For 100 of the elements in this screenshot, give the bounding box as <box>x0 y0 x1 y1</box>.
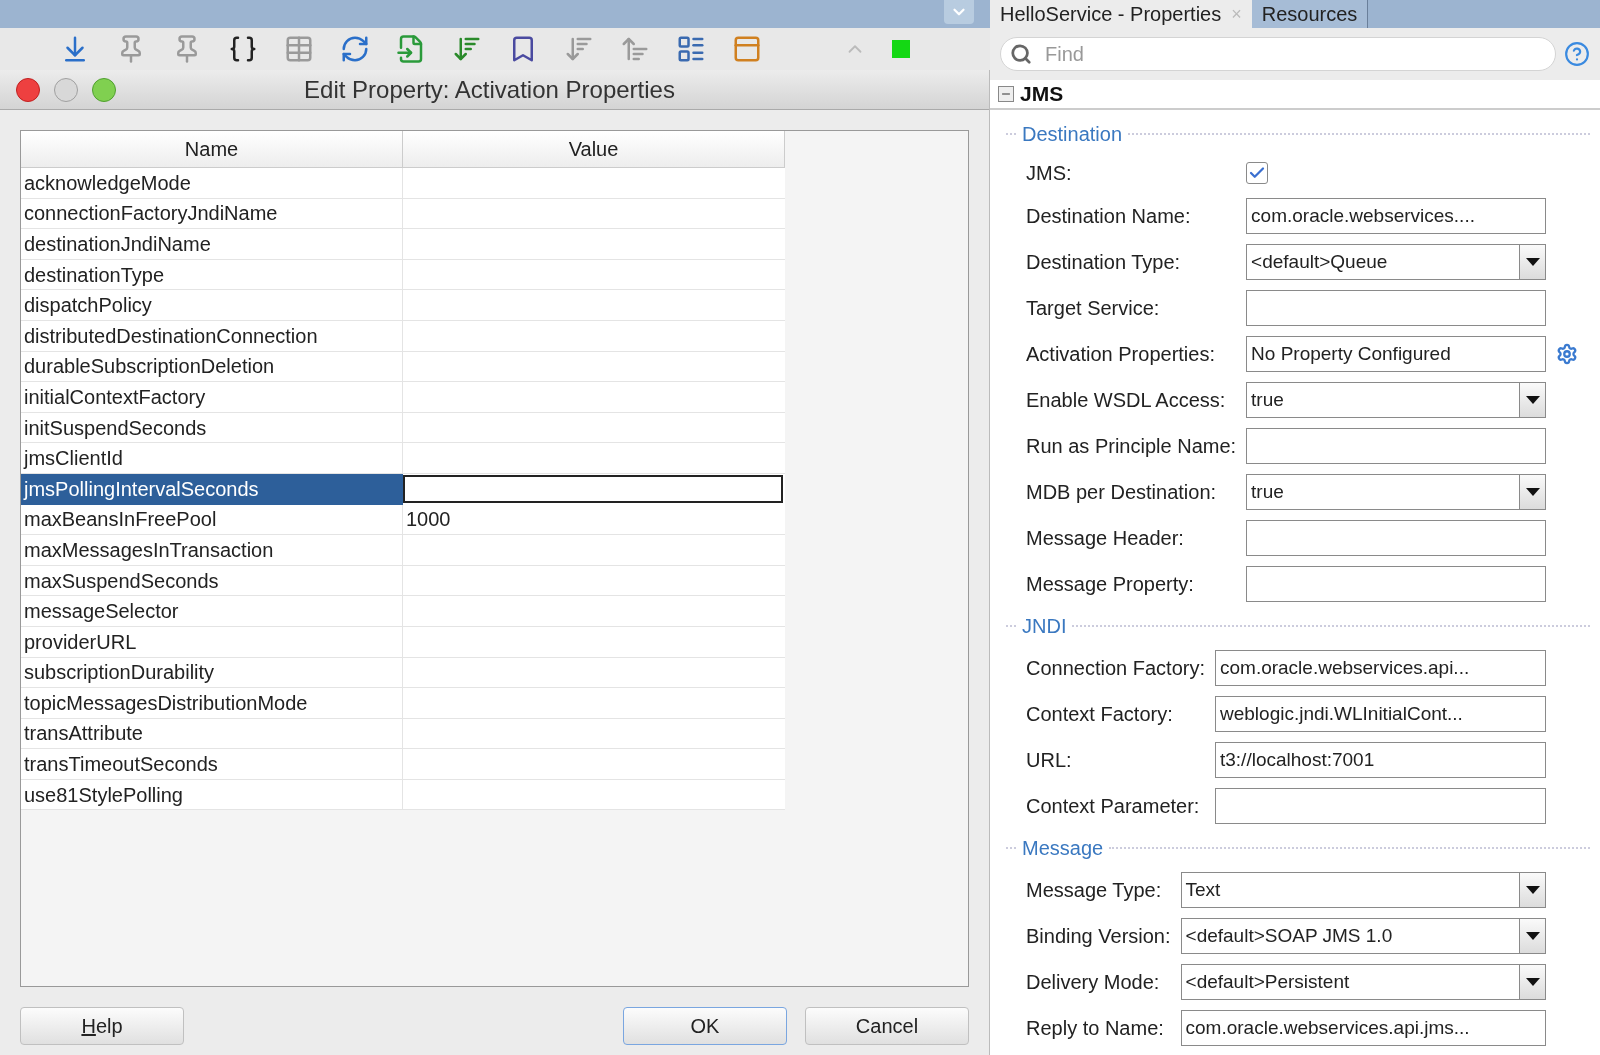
table-cell[interactable]: topicMessagesDistributionMode <box>21 688 403 719</box>
search-field[interactable]: Find <box>1000 37 1556 71</box>
panel-icon[interactable] <box>732 34 762 64</box>
section-title: Message <box>1022 836 1104 861</box>
table-cell[interactable] <box>403 657 785 689</box>
braces-icon[interactable] <box>228 34 258 64</box>
table-cell[interactable] <box>403 290 785 321</box>
text-field[interactable] <box>1246 290 1546 326</box>
table-cell[interactable]: transAttribute <box>21 718 403 750</box>
table-cell[interactable] <box>403 749 785 780</box>
jms-checkbox[interactable] <box>1246 162 1269 184</box>
table-cell[interactable] <box>403 168 785 199</box>
section-title: Destination <box>1022 122 1123 147</box>
table-cell[interactable] <box>403 688 785 719</box>
dropdown-arrow-icon <box>1525 886 1540 894</box>
text-field[interactable]: com.oracle.webservices.api.jms... <box>1180 1010 1546 1046</box>
field-label: Activation Properties: <box>1026 342 1216 367</box>
table-cell[interactable] <box>403 412 785 444</box>
collapse-button[interactable] <box>998 86 1014 102</box>
table-cell[interactable]: providerURL <box>21 626 403 658</box>
dropdown-arrow-icon <box>1525 488 1540 496</box>
field-label: Message Type: <box>1026 878 1163 903</box>
field-label: Enable WSDL Access: <box>1026 388 1227 413</box>
table-cell[interactable]: 1000 <box>403 504 785 536</box>
table-cell[interactable]: jmsClientId <box>21 443 403 474</box>
field-label: Target Service: <box>1026 296 1161 321</box>
table-cell[interactable]: dispatchPolicy <box>21 290 403 321</box>
table-cell[interactable]: distributedDestinationConnection <box>21 320 403 352</box>
text-field[interactable]: weblogic.jndi.WLInitialCont... <box>1215 696 1546 732</box>
text-field[interactable] <box>1246 520 1546 556</box>
table-cell[interactable] <box>403 535 785 566</box>
table-cell[interactable] <box>403 565 785 597</box>
table-cell[interactable]: initSuspendSeconds <box>21 412 403 444</box>
table-cell[interactable] <box>403 320 785 352</box>
dialog-title: Edit Property: Activation Properties <box>303 74 676 105</box>
zoom-button[interactable] <box>92 77 116 102</box>
dropdown[interactable]: <default>Persistent <box>1180 964 1546 1000</box>
scroll-down-button[interactable] <box>944 0 974 24</box>
dropdown[interactable]: true <box>1246 474 1546 510</box>
table-icon[interactable] <box>284 34 314 64</box>
section-title: JNDI <box>1022 614 1067 639</box>
dropdown-arrow-icon <box>1525 258 1540 266</box>
table-cell[interactable]: use81StylePolling <box>21 779 403 811</box>
column-header[interactable]: Name <box>21 131 403 168</box>
table-cell[interactable]: initialContextFactory <box>21 382 403 413</box>
settings-icon[interactable] <box>1556 343 1578 365</box>
table-cell[interactable]: acknowledgeMode <box>21 168 403 199</box>
table-cell[interactable] <box>403 596 785 627</box>
table-cell[interactable] <box>403 229 785 260</box>
table-cell[interactable] <box>403 198 785 230</box>
table-cell[interactable]: destinationJndiName <box>21 229 403 260</box>
dialog-button[interactable]: OK <box>623 1007 787 1045</box>
dropdown[interactable]: <default>SOAP JMS 1.0 <box>1180 918 1546 954</box>
dialog-button[interactable]: Help <box>20 1007 184 1045</box>
field-label: Run as Principle Name: <box>1026 434 1237 459</box>
value-input[interactable] <box>403 475 783 504</box>
table-cell[interactable] <box>403 382 785 413</box>
table-cell[interactable]: transTimeoutSeconds <box>21 749 403 780</box>
dropdown[interactable]: true <box>1246 382 1546 418</box>
text-field[interactable]: No Property Configured <box>1246 336 1546 372</box>
field-label: Message Header: <box>1026 526 1185 551</box>
text-field[interactable] <box>1246 428 1546 464</box>
field-label: Binding Version: <box>1026 924 1171 949</box>
dialog-button[interactable]: Cancel <box>805 1007 969 1045</box>
text-field[interactable] <box>1246 566 1546 602</box>
column-header[interactable]: Value <box>403 131 785 168</box>
close-button[interactable] <box>16 77 40 102</box>
table-cell[interactable]: maxBeansInFreePool <box>21 504 403 536</box>
field-label: Destination Name: <box>1026 204 1192 229</box>
table-cell[interactable]: maxSuspendSeconds <box>21 565 403 597</box>
tab-label: Resources <box>1261 2 1358 27</box>
text-field[interactable]: com.oracle.webservices.api... <box>1215 650 1546 686</box>
dropdown-arrow-icon <box>1525 396 1540 404</box>
text-field[interactable]: com.oracle.webservices.... <box>1246 198 1546 234</box>
refresh-icon[interactable] <box>340 34 370 64</box>
dropdown-arrow-icon <box>1525 932 1540 940</box>
table-cell[interactable]: maxMessagesInTransaction <box>21 535 403 566</box>
table-cell[interactable] <box>403 259 785 291</box>
dropdown-arrow-icon <box>1525 978 1540 986</box>
table-cell[interactable] <box>403 443 785 474</box>
help-icon[interactable] <box>1564 41 1590 67</box>
table-cell[interactable]: subscriptionDurability <box>21 657 403 689</box>
text-field[interactable]: t3://localhost:7001 <box>1215 742 1546 778</box>
dropdown[interactable]: <default>Queue <box>1246 244 1546 280</box>
dropdown[interactable]: Text <box>1180 872 1546 908</box>
table-cell[interactable] <box>403 626 785 658</box>
table-cell[interactable] <box>403 718 785 750</box>
table-cell[interactable] <box>403 351 785 383</box>
panel-tab[interactable]: HelloService - Properties × <box>990 0 1252 28</box>
table-cell[interactable]: destinationType <box>21 259 403 291</box>
minimize-button[interactable] <box>54 77 78 102</box>
text-field[interactable] <box>1215 788 1546 824</box>
table-cell[interactable]: jmsPollingIntervalSeconds <box>21 473 403 505</box>
table-cell[interactable]: connectionFactoryJndiName <box>21 198 403 230</box>
panel-tab[interactable]: Resources <box>1251 0 1369 28</box>
table-cell[interactable]: messageSelector <box>21 596 403 627</box>
table-cell[interactable]: durableSubscriptionDeletion <box>21 351 403 383</box>
field-label: Message Property: <box>1026 572 1195 597</box>
table-cell[interactable] <box>403 779 785 811</box>
form-icon[interactable] <box>676 34 706 64</box>
